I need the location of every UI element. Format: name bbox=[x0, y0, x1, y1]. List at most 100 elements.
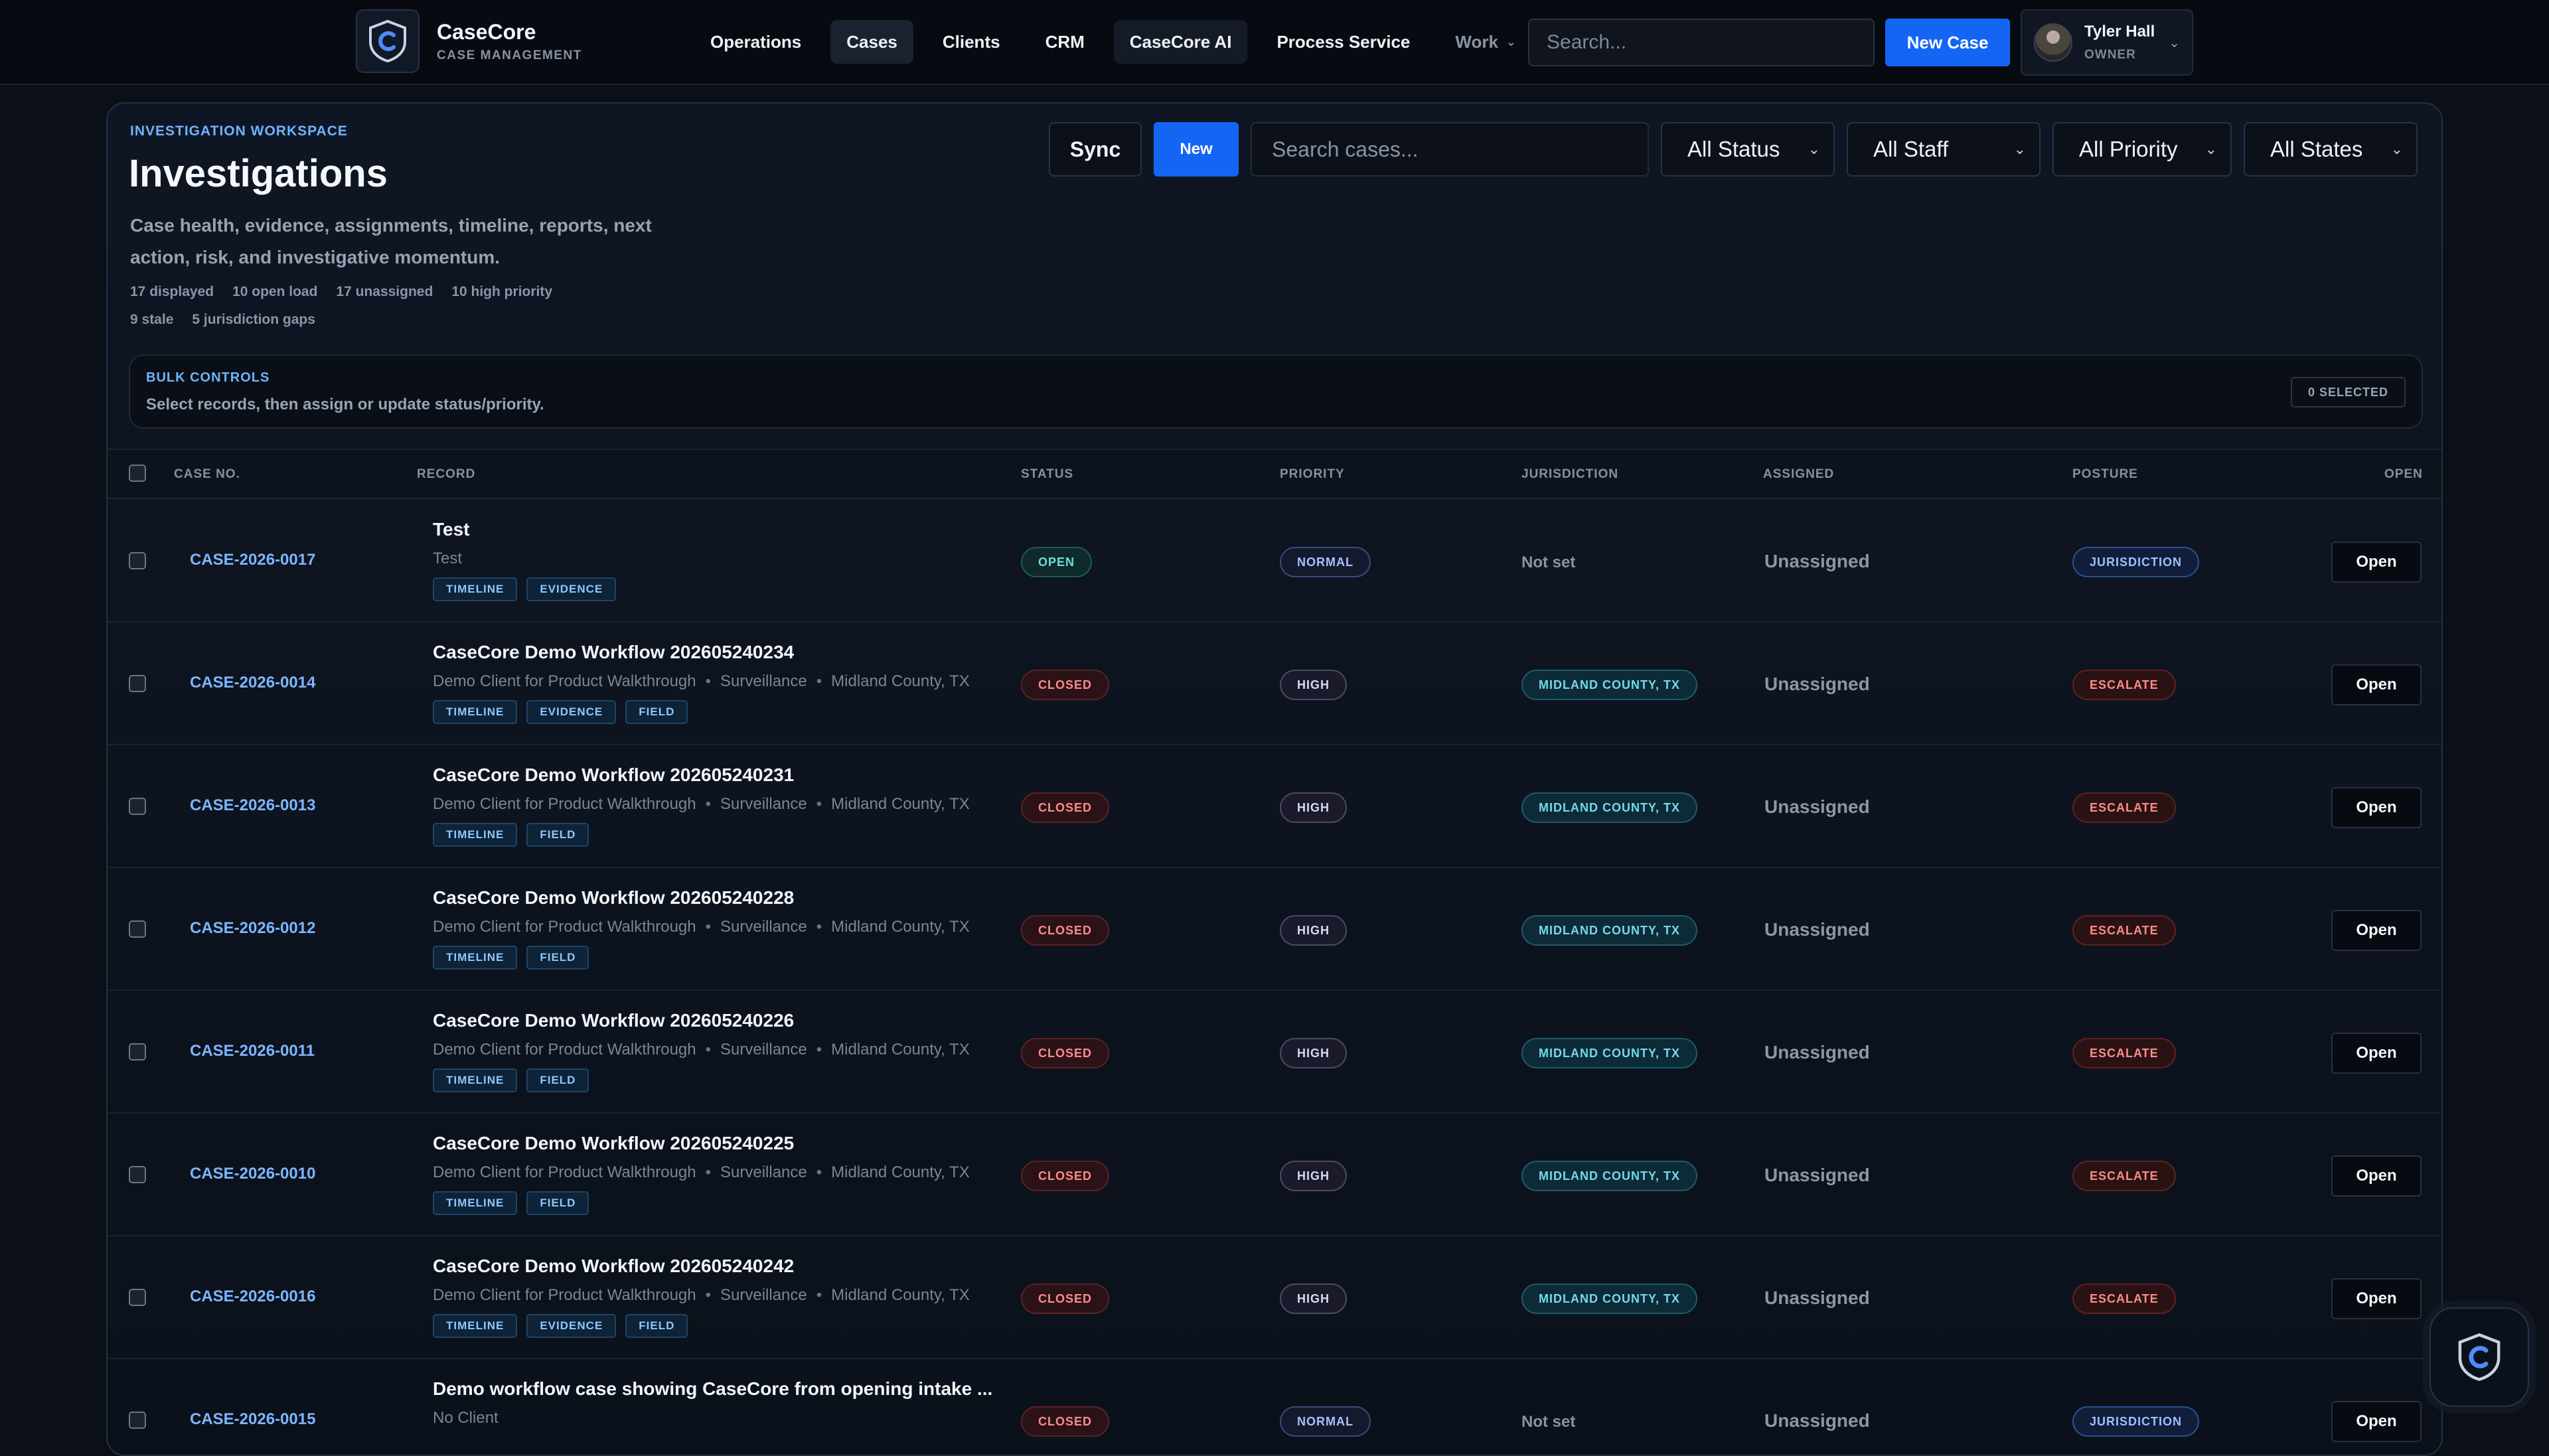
table-row[interactable]: CASE-2026-0010 CaseCore Demo Workflow 202… bbox=[108, 1114, 2441, 1236]
posture-badge: JURISDICTION bbox=[2072, 547, 2200, 577]
record-meta-item: Demo Client for Product Walkthrough bbox=[433, 795, 696, 813]
priority-badge: HIGH bbox=[1280, 1283, 1347, 1314]
status-filter-select[interactable]: All Status ⌄ bbox=[1661, 122, 1835, 177]
table-row[interactable]: CASE-2026-0014 CaseCore Demo Workflow 202… bbox=[108, 623, 2441, 745]
open-case-button[interactable]: Open bbox=[2331, 787, 2422, 828]
record-title: CaseCore Demo Workflow 202605240228 bbox=[433, 887, 795, 908]
column-status[interactable]: STATUS bbox=[1021, 467, 1073, 482]
open-case-button[interactable]: Open bbox=[2331, 1401, 2422, 1442]
nav-operations[interactable]: Operations bbox=[694, 20, 817, 64]
case-number-link[interactable]: CASE-2026-0017 bbox=[190, 551, 315, 569]
status-badge: CLOSED bbox=[1021, 670, 1110, 700]
separator-dot: • bbox=[816, 1041, 822, 1058]
record-title: CaseCore Demo Workflow 202605240226 bbox=[433, 1010, 795, 1031]
nav-clients[interactable]: Clients bbox=[927, 20, 1016, 64]
status-badge: CLOSED bbox=[1021, 1283, 1110, 1314]
column-assigned[interactable]: ASSIGNED bbox=[1763, 467, 1834, 482]
table-row[interactable]: CASE-2026-0012 CaseCore Demo Workflow 202… bbox=[108, 869, 2441, 991]
table-row[interactable]: CASE-2026-0017 Test Test TIMELINE EVIDENCE OP… bbox=[108, 500, 2441, 622]
nav-process-service[interactable]: Process Service bbox=[1261, 20, 1426, 64]
case-number-link[interactable]: CASE-2026-0015 bbox=[190, 1410, 315, 1429]
record-meta: Demo Client for Product Walkthrough • Surv… bbox=[433, 1286, 970, 1305]
record-tag: FIELD bbox=[526, 1068, 589, 1092]
column-priority[interactable]: PRIORITY bbox=[1280, 467, 1345, 482]
new-button[interactable]: New bbox=[1154, 122, 1239, 177]
table-row[interactable]: CASE-2026-0016 CaseCore Demo Workflow 202… bbox=[108, 1237, 2441, 1359]
priority-filter-select[interactable]: All Priority ⌄ bbox=[2052, 122, 2232, 177]
row-checkbox[interactable] bbox=[129, 798, 146, 815]
row-checkbox[interactable] bbox=[129, 1043, 146, 1060]
record-title: CaseCore Demo Workflow 202605240225 bbox=[433, 1133, 795, 1153]
nav-crm[interactable]: CRM bbox=[1030, 20, 1101, 64]
user-menu[interactable]: Tyler Hall OWNER ⌄ bbox=[2021, 9, 2193, 76]
record-meta-item: Surveillance bbox=[720, 1041, 807, 1058]
priority-badge: NORMAL bbox=[1280, 547, 1371, 577]
open-case-button[interactable]: Open bbox=[2331, 664, 2422, 705]
row-checkbox[interactable] bbox=[129, 675, 146, 692]
posture-badge: ESCALATE bbox=[2072, 1038, 2176, 1068]
record-tags: TIMELINE EVIDENCE bbox=[433, 577, 617, 601]
row-checkbox[interactable] bbox=[129, 1412, 146, 1429]
column-jurisdiction[interactable]: JURISDICTION bbox=[1521, 467, 1618, 482]
column-record[interactable]: RECORD bbox=[417, 467, 475, 482]
staff-filter-select[interactable]: All Staff ⌄ bbox=[1847, 122, 2041, 177]
record-meta: Demo Client for Product Walkthrough • Surv… bbox=[433, 1041, 970, 1059]
case-number-link[interactable]: CASE-2026-0013 bbox=[190, 796, 315, 815]
column-case-no[interactable]: CASE NO. bbox=[174, 467, 240, 482]
table-header: CASE NO. RECORD STATUS PRIORITY JURISDIC… bbox=[108, 449, 2441, 499]
case-number-link[interactable]: CASE-2026-0011 bbox=[190, 1042, 315, 1060]
record-tags: TIMELINE EVIDENCE FIELD bbox=[433, 1314, 688, 1338]
open-case-button[interactable]: Open bbox=[2331, 910, 2422, 951]
case-number-link[interactable]: CASE-2026-0016 bbox=[190, 1287, 315, 1306]
row-checkbox[interactable] bbox=[129, 552, 146, 569]
global-search-input[interactable] bbox=[1528, 19, 1875, 66]
assigned-value: Unassigned bbox=[1764, 919, 1870, 940]
brand[interactable]: CaseCore CASE MANAGEMENT bbox=[356, 9, 582, 73]
case-number-link[interactable]: CASE-2026-0012 bbox=[190, 919, 315, 938]
new-case-button[interactable]: New Case bbox=[1885, 19, 2010, 66]
separator-dot: • bbox=[705, 1041, 712, 1058]
state-filter-select[interactable]: All States ⌄ bbox=[2244, 122, 2418, 177]
assigned-value: Unassigned bbox=[1764, 1410, 1870, 1431]
record-meta-item: Midland County, TX bbox=[831, 1041, 970, 1058]
nav-casecore-ai[interactable]: CaseCore AI bbox=[1113, 20, 1248, 64]
chevron-down-icon: ⌄ bbox=[1808, 141, 1820, 157]
nav-cases[interactable]: Cases bbox=[830, 20, 913, 64]
case-search-input[interactable] bbox=[1251, 122, 1649, 177]
case-number-link[interactable]: CASE-2026-0010 bbox=[190, 1165, 315, 1183]
record-meta-item: Midland County, TX bbox=[831, 672, 970, 690]
nav-work-dropdown[interactable]: Work ⌄ bbox=[1439, 20, 1532, 64]
chevron-down-icon: ⌄ bbox=[2390, 141, 2403, 157]
nav-work-label: Work bbox=[1455, 31, 1498, 52]
column-posture[interactable]: POSTURE bbox=[2072, 467, 2138, 482]
sync-button[interactable]: Sync bbox=[1049, 122, 1142, 177]
row-checkbox[interactable] bbox=[129, 1289, 146, 1306]
casecore-assistant-button[interactable] bbox=[2430, 1307, 2529, 1407]
table-row[interactable]: CASE-2026-0011 CaseCore Demo Workflow 202… bbox=[108, 991, 2441, 1114]
jurisdiction-badge: MIDLAND COUNTY, TX bbox=[1521, 670, 1697, 700]
stat-open-load: 10 open load bbox=[232, 284, 318, 299]
open-case-button[interactable]: Open bbox=[2331, 1033, 2422, 1074]
record-meta-item: Surveillance bbox=[720, 1286, 807, 1304]
brand-name: CaseCore bbox=[437, 19, 536, 44]
table-row[interactable]: CASE-2026-0013 CaseCore Demo Workflow 202… bbox=[108, 746, 2441, 868]
case-number-link[interactable]: CASE-2026-0014 bbox=[190, 674, 315, 692]
open-case-button[interactable]: Open bbox=[2331, 542, 2422, 583]
record-tag: TIMELINE bbox=[433, 577, 518, 601]
row-checkbox[interactable] bbox=[129, 920, 146, 938]
open-case-button[interactable]: Open bbox=[2331, 1278, 2422, 1319]
select-all-checkbox[interactable] bbox=[129, 465, 146, 482]
jurisdiction-badge: MIDLAND COUNTY, TX bbox=[1521, 792, 1697, 823]
record-tag: FIELD bbox=[625, 700, 688, 724]
record-meta-item: Midland County, TX bbox=[831, 918, 970, 936]
record-meta-item: Test bbox=[433, 549, 463, 567]
open-case-button[interactable]: Open bbox=[2331, 1155, 2422, 1197]
record-tags: TIMELINE FIELD bbox=[433, 823, 589, 847]
status-badge: CLOSED bbox=[1021, 1038, 1110, 1068]
stat-displayed: 17 displayed bbox=[130, 284, 214, 299]
record-meta-item: Surveillance bbox=[720, 795, 807, 813]
row-checkbox[interactable] bbox=[129, 1166, 146, 1183]
chevron-down-icon: ⌄ bbox=[2013, 141, 2026, 157]
staff-filter-value: All Staff bbox=[1873, 137, 1949, 161]
table-row[interactable]: CASE-2026-0015 Demo workflow case showing… bbox=[108, 1360, 2441, 1455]
